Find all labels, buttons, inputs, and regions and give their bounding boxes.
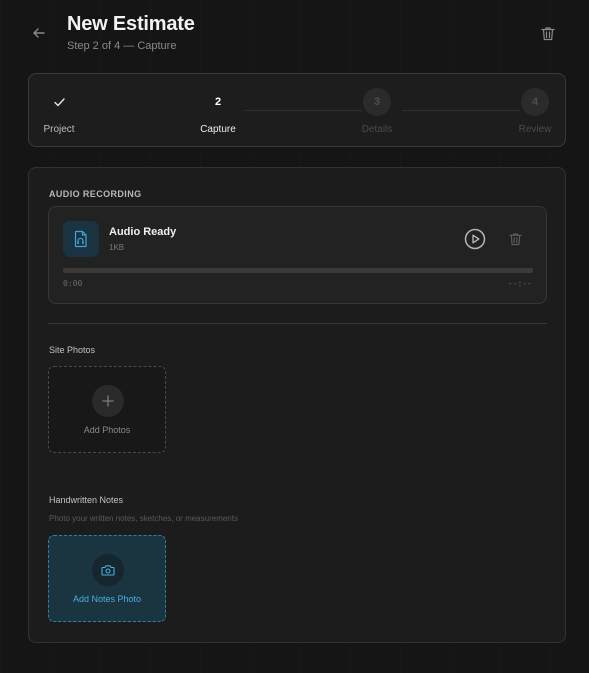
play-icon xyxy=(464,228,486,250)
plus-icon xyxy=(102,395,114,407)
audio-file-badge xyxy=(63,221,99,257)
step-review[interactable]: 4 Review xyxy=(505,88,565,135)
section-divider xyxy=(48,323,547,324)
add-photos-label: Add Photos xyxy=(83,425,131,435)
check-icon xyxy=(53,97,65,106)
audio-total-time: --:-- xyxy=(507,279,532,288)
audio-current-time: 0:00 xyxy=(63,279,83,288)
back-button[interactable] xyxy=(28,22,50,44)
trash-icon xyxy=(508,233,522,246)
step-circle xyxy=(45,88,73,116)
capture-card: AUDIO RECORDING Audio Ready 1KB 0:00 --:… xyxy=(28,167,566,643)
header: New Estimate Step 2 of 4 — Capture xyxy=(0,0,589,70)
step-capture[interactable]: 2 Capture xyxy=(188,88,248,135)
play-button[interactable] xyxy=(464,228,486,250)
step-circle: 2 xyxy=(204,88,232,116)
site-photos-label: Site Photos xyxy=(49,345,96,355)
audio-section-title: AUDIO RECORDING xyxy=(49,189,142,199)
audio-file-icon xyxy=(74,230,87,248)
notes-hint: Photo your written notes, sketches, or m… xyxy=(49,514,238,523)
add-notes-photo-button[interactable]: Add Notes Photo xyxy=(48,535,166,622)
step-label: Details xyxy=(361,124,393,135)
audio-size: 1KB xyxy=(109,243,125,252)
step-connector xyxy=(402,110,520,111)
plus-badge xyxy=(92,385,124,417)
camera-icon xyxy=(101,565,115,576)
step-connector xyxy=(244,110,362,111)
page-subtitle: Step 2 of 4 — Capture xyxy=(67,40,177,52)
handwritten-notes-label: Handwritten Notes xyxy=(49,495,124,505)
step-label: Project xyxy=(43,124,75,135)
step-circle: 4 xyxy=(521,88,549,116)
add-notes-photo-label: Add Notes Photo xyxy=(72,594,142,604)
arrow-left-icon xyxy=(33,28,45,38)
audio-title: Audio Ready xyxy=(109,226,177,238)
step-label: Capture xyxy=(200,124,236,135)
add-photos-button[interactable]: Add Photos xyxy=(48,366,166,453)
page-title: New Estimate xyxy=(67,13,195,35)
audio-player: Audio Ready 1KB 0:00 --:-- xyxy=(48,206,547,304)
delete-estimate-button[interactable] xyxy=(538,23,558,43)
step-label: Review xyxy=(518,124,552,135)
audio-progress-bar[interactable] xyxy=(63,268,533,273)
delete-audio-button[interactable] xyxy=(506,230,524,248)
progress-stepper: Project 2 Capture 3 Details 4 Review xyxy=(28,73,566,147)
step-circle: 3 xyxy=(363,88,391,116)
step-details[interactable]: 3 Details xyxy=(347,88,407,135)
camera-badge xyxy=(92,554,124,586)
step-project[interactable]: Project xyxy=(29,88,89,135)
trash-icon xyxy=(541,26,555,40)
